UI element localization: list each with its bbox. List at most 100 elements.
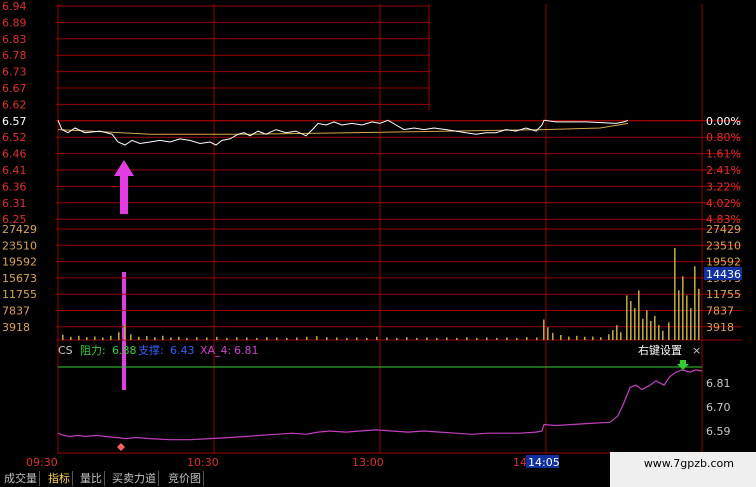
volume-tick-label: 19592 — [2, 256, 37, 269]
indicator-tick-label: 6.59 — [706, 425, 731, 438]
volume-bar — [124, 325, 126, 340]
volume-tick-label-right: 27429 — [706, 223, 741, 236]
price-tick-label: 6.41 — [2, 164, 27, 177]
price-tick-label: 6.94 — [2, 0, 27, 13]
price-tick-label: 6.83 — [2, 33, 27, 46]
volume-bar — [466, 337, 468, 340]
green-arrow-icon — [677, 360, 689, 370]
volume-bar — [650, 320, 652, 340]
volume-tick-label-right: 19592 — [706, 256, 741, 269]
tab-volume[interactable]: 成交量 — [2, 471, 40, 486]
volume-bar — [216, 336, 218, 340]
volume-tick-label: 7837 — [2, 305, 30, 318]
volume-bar — [236, 337, 238, 340]
support-label: 支撑: — [138, 343, 164, 357]
volume-tick-label: 27429 — [2, 223, 37, 236]
close-icon[interactable]: × — [692, 344, 701, 357]
tab-auction-chart[interactable]: 竞价图 — [166, 471, 204, 486]
volume-bar — [170, 337, 172, 340]
percent-tick-label: 2.41% — [706, 164, 741, 177]
volume-bar — [576, 335, 578, 340]
volume-bar — [686, 295, 688, 340]
volume-bar — [552, 332, 554, 340]
volume-bar — [620, 332, 622, 340]
volume-bar — [600, 337, 602, 340]
volume-bar — [662, 330, 664, 340]
volume-bar — [668, 322, 670, 340]
volume-bar — [86, 337, 88, 340]
price-tick-label: 6.62 — [2, 98, 27, 111]
volume-bar — [436, 337, 438, 340]
volume-bar — [62, 334, 64, 340]
volume-bar — [682, 276, 684, 340]
price-tick-label: 6.67 — [2, 82, 27, 95]
volume-bar — [690, 308, 692, 340]
percent-tick-label: 1.61% — [706, 148, 741, 161]
chart-canvas[interactable]: 6.94 6.89 6.83 6.78 6.73 6.67 6.62 6.57 6.52 6.46… — [0, 0, 756, 487]
volume-tick-label-right: 11755 — [706, 288, 741, 301]
volume-bar — [506, 337, 508, 340]
volume-bar — [694, 266, 696, 340]
volume-current-badge: 14436 — [704, 267, 742, 281]
price-tick-label: 6.73 — [2, 66, 27, 79]
price-tick-label: 6.31 — [2, 197, 27, 210]
price-axis-left: 6.94 6.89 6.83 6.78 6.73 6.67 6.62 6.57 6.52 6.46… — [2, 0, 27, 226]
indicator-name: CS — [58, 344, 73, 357]
indicator-tick-label: 6.70 — [706, 401, 731, 414]
volume-bar — [146, 336, 148, 340]
tab-indicator[interactable]: 指标 — [46, 471, 73, 486]
volume-bar — [630, 301, 632, 340]
volume-bar — [658, 325, 660, 340]
time-axis: 09:30 10:30 13:00 14 14:05 — [26, 452, 702, 469]
volume-bar — [476, 337, 478, 340]
volume-bar — [118, 332, 120, 340]
volume-axis-left: 27429 23510 19592 15673 11755 7837 3918 — [2, 223, 37, 334]
volume-bar — [226, 337, 228, 340]
price-tick-label: 6.57 — [2, 115, 27, 128]
volume-bar — [406, 337, 408, 340]
percent-tick-label: 3.22% — [706, 180, 741, 193]
volume-bar — [543, 319, 545, 340]
volume-bar — [426, 337, 428, 340]
volume-bar — [584, 336, 586, 340]
volume-bar — [608, 334, 610, 340]
volume-bar — [654, 315, 656, 340]
volume-bar — [336, 337, 338, 340]
volume-bar — [326, 337, 328, 340]
price-tick-label: 6.46 — [2, 148, 27, 161]
volume-bar — [678, 290, 680, 340]
volume-tick-label-right: 7837 — [706, 305, 734, 318]
volume-bar — [626, 295, 628, 340]
volume-bar — [612, 330, 614, 340]
price-tick-label: 6.52 — [2, 131, 27, 144]
volume-bar — [456, 337, 458, 340]
volume-bar — [162, 335, 164, 340]
tab-volume-ratio[interactable]: 量比 — [78, 471, 105, 486]
volume-bar — [496, 337, 498, 340]
volume-bar — [446, 337, 448, 340]
volume-bar — [306, 336, 308, 340]
resistance-label: 阻力: — [80, 344, 106, 357]
volume-bar — [356, 337, 358, 340]
percent-tick-label: 4.02% — [706, 197, 741, 210]
volume-tick-label: 23510 — [2, 239, 37, 252]
time-cursor: 14:05 — [528, 456, 560, 469]
volume-bar — [547, 327, 549, 340]
volume-bar — [616, 325, 618, 340]
volume-bar — [246, 337, 248, 340]
support-value: 6.43 — [170, 344, 195, 357]
volume-bar — [346, 337, 348, 340]
settings-button[interactable]: 右键设置 — [638, 343, 682, 357]
volume-bar — [256, 337, 258, 340]
volume-current-value: 14436 — [706, 268, 741, 281]
price-tick-label: 6.36 — [2, 180, 27, 193]
tab-buy-sell-force[interactable]: 买卖力道 — [110, 471, 159, 486]
volume-bar — [276, 337, 278, 340]
volume-bar — [266, 337, 268, 340]
volume-bar — [698, 288, 700, 340]
volume-bar — [560, 335, 562, 340]
xa-value: 6.81 — [234, 344, 259, 357]
volume-bar — [526, 337, 528, 340]
volume-bar — [674, 247, 676, 340]
price-tick-label: 6.78 — [2, 49, 27, 62]
